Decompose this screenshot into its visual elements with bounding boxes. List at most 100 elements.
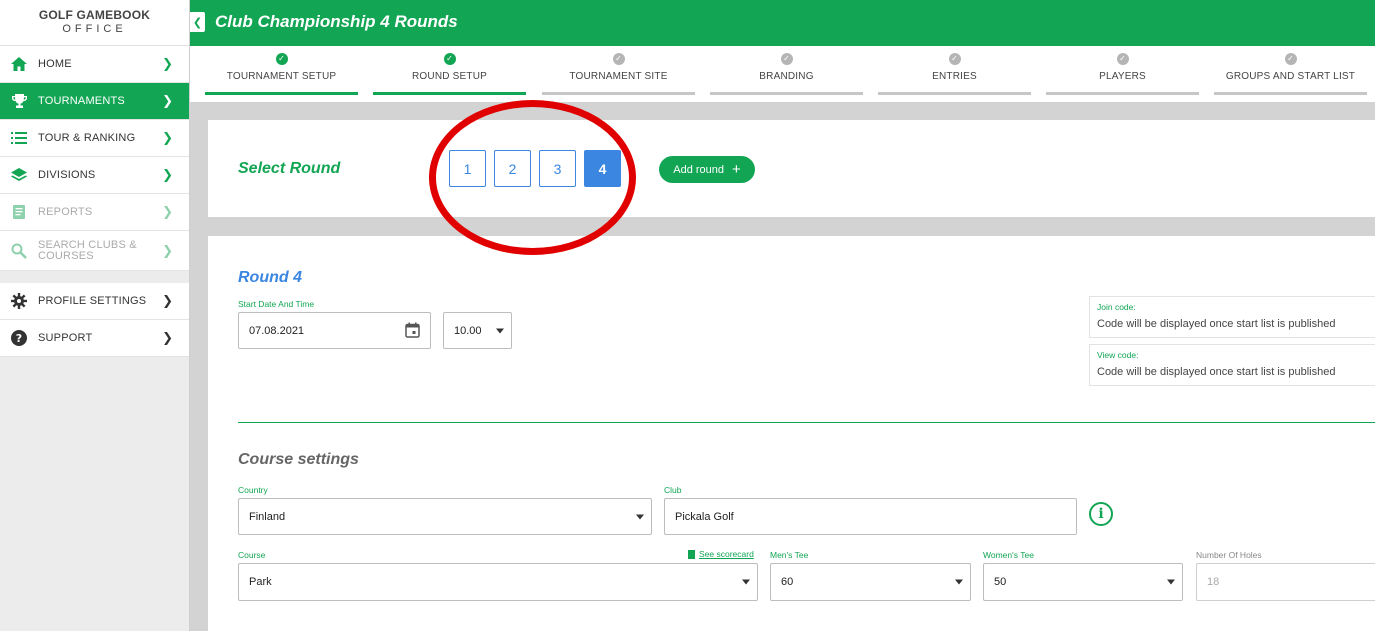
number-of-holes-label: Number Of Holes xyxy=(1196,550,1262,560)
step-progress-bar xyxy=(878,92,1031,95)
check-icon: ✓ xyxy=(612,53,625,65)
sidebar-item-label: TOUR & RANKING xyxy=(38,131,136,144)
chevron-right-icon: ❯ xyxy=(162,293,173,308)
country-select[interactable]: Finland xyxy=(238,498,652,535)
sidebar-item-label: PROFILE SETTINGS xyxy=(38,294,147,307)
see-scorecard-link[interactable]: See scorecard xyxy=(688,549,754,559)
step-tournament-site[interactable]: ✓ TOURNAMENT SITE xyxy=(542,46,695,102)
sidebar-item-label-line2: COURSES xyxy=(38,249,94,262)
womens-tee-label: Women's Tee xyxy=(983,550,1034,560)
sidebar-item-home[interactable]: HOME ❯ xyxy=(0,46,189,83)
see-scorecard-label: See scorecard xyxy=(699,549,754,559)
gear-icon xyxy=(10,292,28,310)
sidebar-item-search-clubs[interactable]: SEARCH CLUBS & COURSES ❯ xyxy=(0,231,189,271)
step-progress-bar xyxy=(205,92,358,95)
chevron-right-icon: ❯ xyxy=(162,56,173,71)
sidebar: GOLF GAMEBOOK OFFICE HOME ❯ TOURNAMENTS … xyxy=(0,0,190,631)
layers-icon xyxy=(10,166,28,184)
mens-tee-select[interactable]: 60 xyxy=(770,563,971,601)
annotation-circle xyxy=(429,100,636,255)
search-icon xyxy=(10,242,28,260)
caret-down-icon xyxy=(742,579,750,585)
start-date-label: Start Date And Time xyxy=(238,299,315,309)
step-label: ROUND SETUP xyxy=(412,71,487,82)
step-progress-bar xyxy=(1214,92,1367,95)
join-code-label: Join code: xyxy=(1097,302,1136,312)
check-icon: ✓ xyxy=(1284,53,1297,65)
start-time-select[interactable]: 10.00 xyxy=(443,312,512,349)
chevron-right-icon: ❯ xyxy=(162,167,173,182)
section-divider xyxy=(238,422,1375,423)
header-bar: ❮ Club Championship 4 Rounds xyxy=(190,0,1375,46)
calendar-icon[interactable] xyxy=(405,322,420,341)
step-round-setup[interactable]: ✓ ROUND SETUP xyxy=(373,46,526,102)
logo-subtitle: OFFICE xyxy=(62,23,127,35)
add-round-button[interactable]: Add round + xyxy=(659,156,755,183)
mens-tee-value: 60 xyxy=(781,576,794,588)
sidebar-gap xyxy=(0,271,189,283)
start-date-field[interactable]: 07.08.2021 xyxy=(238,312,431,349)
setup-steps: ✓ TOURNAMENT SETUP ✓ ROUND SETUP ✓ TOURN… xyxy=(190,46,1375,102)
plus-icon: + xyxy=(732,161,741,178)
step-players[interactable]: ✓ PLAYERS xyxy=(1046,46,1199,102)
step-label: ENTRIES xyxy=(932,71,977,82)
step-progress-bar xyxy=(710,92,863,95)
document-icon xyxy=(688,549,695,559)
chevron-right-icon: ❯ xyxy=(162,130,173,145)
country-value: Finland xyxy=(249,510,286,523)
trophy-icon xyxy=(10,92,28,110)
sidebar-item-label: SUPPORT xyxy=(38,331,93,344)
sidebar-item-profile-settings[interactable]: PROFILE SETTINGS ❯ xyxy=(0,283,189,320)
report-icon xyxy=(10,203,28,221)
check-icon: ✓ xyxy=(443,53,456,65)
club-value: Pickala Golf xyxy=(675,510,734,523)
step-progress-bar xyxy=(373,92,526,95)
womens-tee-select[interactable]: 50 xyxy=(983,563,1183,601)
sidebar-item-tour-ranking[interactable]: TOUR & RANKING ❯ xyxy=(0,120,189,157)
step-label: PLAYERS xyxy=(1099,71,1146,82)
logo[interactable]: GOLF GAMEBOOK OFFICE xyxy=(0,0,189,46)
step-label: GROUPS AND START LIST xyxy=(1225,71,1356,82)
caret-down-icon xyxy=(496,328,504,333)
collapse-sidebar-button[interactable]: ❮ xyxy=(190,12,205,32)
caret-down-icon xyxy=(1167,579,1175,585)
step-entries[interactable]: ✓ ENTRIES xyxy=(878,46,1031,102)
add-round-label: Add round xyxy=(673,163,724,176)
home-icon xyxy=(10,55,28,73)
sidebar-item-label: DIVISIONS xyxy=(38,168,96,181)
step-progress-bar xyxy=(542,92,695,95)
course-label: Course xyxy=(238,550,266,560)
join-code-box: Join code: Code will be displayed once s… xyxy=(1089,296,1375,338)
sidebar-item-tournaments[interactable]: TOURNAMENTS ❯ xyxy=(0,83,189,120)
info-icon[interactable]: i xyxy=(1089,502,1113,526)
number-of-holes-field[interactable]: 18 xyxy=(1196,563,1375,601)
page-title: Club Championship 4 Rounds xyxy=(215,12,458,31)
womens-tee-value: 50 xyxy=(994,576,1007,588)
sidebar-item-support[interactable]: ? SUPPORT ❯ xyxy=(0,320,189,357)
course-value: Park xyxy=(249,576,272,588)
sidebar-item-reports[interactable]: REPORTS ❯ xyxy=(0,194,189,231)
join-code-value: Code will be displayed once start list i… xyxy=(1097,318,1336,330)
step-progress-bar xyxy=(1046,92,1199,95)
course-select[interactable]: Park xyxy=(238,563,758,601)
country-label: Country xyxy=(238,485,268,495)
select-round-card: Select Round 1 2 3 4 Add round + xyxy=(208,120,1375,217)
step-groups-start-list[interactable]: ✓ GROUPS AND START LIST xyxy=(1214,46,1367,102)
club-input[interactable]: Pickala Golf xyxy=(664,498,1077,535)
sidebar-item-divisions[interactable]: DIVISIONS ❯ xyxy=(0,157,189,194)
check-icon: ✓ xyxy=(275,53,288,65)
svg-text:?: ? xyxy=(16,332,22,345)
chevron-right-icon: ❯ xyxy=(162,93,173,108)
sidebar-item-label: HOME xyxy=(38,57,72,70)
view-code-label: View code: xyxy=(1097,350,1139,360)
step-label: TOURNAMENT SETUP xyxy=(226,71,337,82)
step-branding[interactable]: ✓ BRANDING xyxy=(710,46,863,102)
step-tournament-setup[interactable]: ✓ TOURNAMENT SETUP xyxy=(205,46,358,102)
step-label: TOURNAMENT SITE xyxy=(569,71,668,82)
check-icon: ✓ xyxy=(780,53,793,65)
sidebar-item-label: SEARCH CLUBS & COURSES xyxy=(38,239,137,262)
club-label: Club xyxy=(664,485,682,495)
caret-down-icon xyxy=(955,579,963,585)
start-time-value: 10.00 xyxy=(454,324,482,337)
step-label: BRANDING xyxy=(759,71,814,82)
